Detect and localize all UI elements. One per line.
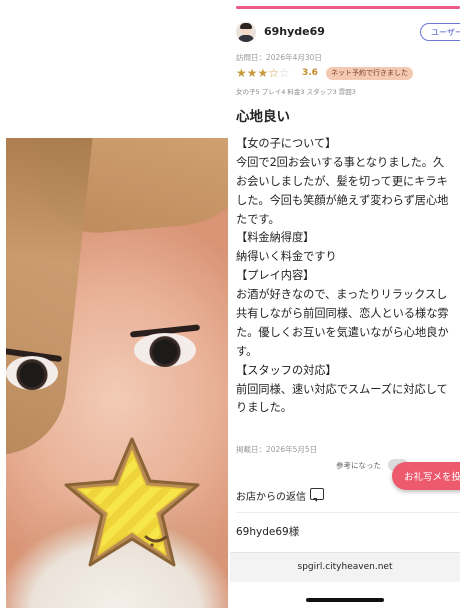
url-text[interactable]: spgirl.cityheaven.net xyxy=(230,562,460,572)
review-line: たです。 xyxy=(236,212,280,226)
avatar[interactable] xyxy=(236,22,256,42)
reviewer-name[interactable]: 69hyde69 xyxy=(264,25,325,38)
rating-score: 3.6 xyxy=(302,68,318,78)
review-line: 【女の子について】 xyxy=(236,137,337,150)
visit-date: 訪問日：2026年4月30日 xyxy=(236,53,322,62)
review-line: す。 xyxy=(236,344,258,358)
review-line: 【スタッフの対応】 xyxy=(236,363,337,377)
reviewer-row: 69hyde69 ユーザー xyxy=(236,22,460,44)
review-line: 前回同様、速い対応でスムーズに対応して xyxy=(236,382,448,396)
review-body: 【女の子について】 今回で2回お会いする事となりました。久 お会いしましたが、髪… xyxy=(236,135,460,418)
photo-hair-side xyxy=(6,138,94,462)
review-line: 納得いく料金ですり xyxy=(236,250,337,264)
review-line: 【料金納得度】 xyxy=(236,231,315,245)
user-profile-button[interactable]: ユーザー xyxy=(420,23,460,41)
review-line: りました。 xyxy=(236,401,292,415)
review-line: した。今回も笑顔が絶えず変わらず居心地 xyxy=(236,193,449,207)
header-accent-bar xyxy=(236,6,460,9)
rating-stars-icon: ★★★☆☆ xyxy=(236,66,290,80)
thanks-photo-button[interactable]: お礼写メを投 xyxy=(392,462,460,490)
speech-bubble-icon xyxy=(310,488,324,502)
home-indicator[interactable] xyxy=(306,598,384,602)
review-line: た。優しくお互いを気遣いながら心地良か xyxy=(236,325,449,339)
review-line: 共有しながら前回同様、恋人といる様な雰 xyxy=(236,307,449,321)
reply-salutation: 69hyde69様 xyxy=(236,526,300,538)
star-sticker-icon xyxy=(58,433,206,573)
profile-photo xyxy=(6,138,228,608)
post-date: 掲載日：2026年5月5日 xyxy=(236,445,318,454)
review-line: 今回で2回お会いする事となりました。久 xyxy=(236,155,445,169)
booking-badge: ネット予約で行きました xyxy=(326,67,413,80)
review-line: お酒が好きなので、まったりリラックスし xyxy=(236,288,448,302)
review-line: 【プレイ内容】 xyxy=(236,269,315,283)
photo-eye-right xyxy=(134,333,196,367)
helpful-label: 参考になった xyxy=(336,461,381,470)
sub-ratings: 女の子5 プレイ4 料金3 スタッフ3 雰囲3 xyxy=(236,88,356,96)
review-title: 心地良い xyxy=(236,109,290,125)
rating-row: ★★★☆☆ 3.6 ネット予約で行きました xyxy=(236,66,460,80)
review-panel: 69hyde69 ユーザー 訪問日：2026年4月30日 ★★★☆☆ 3.6 ネ… xyxy=(230,0,460,614)
divider xyxy=(236,512,460,513)
photo-eye-left xyxy=(6,356,58,390)
browser-url-bar[interactable]: spgirl.cityheaven.net xyxy=(230,552,460,582)
shop-reply-link[interactable]: お店からの返信 xyxy=(236,488,306,503)
review-line: お会いしましたが、髪を切って更にキラキ xyxy=(236,174,448,188)
